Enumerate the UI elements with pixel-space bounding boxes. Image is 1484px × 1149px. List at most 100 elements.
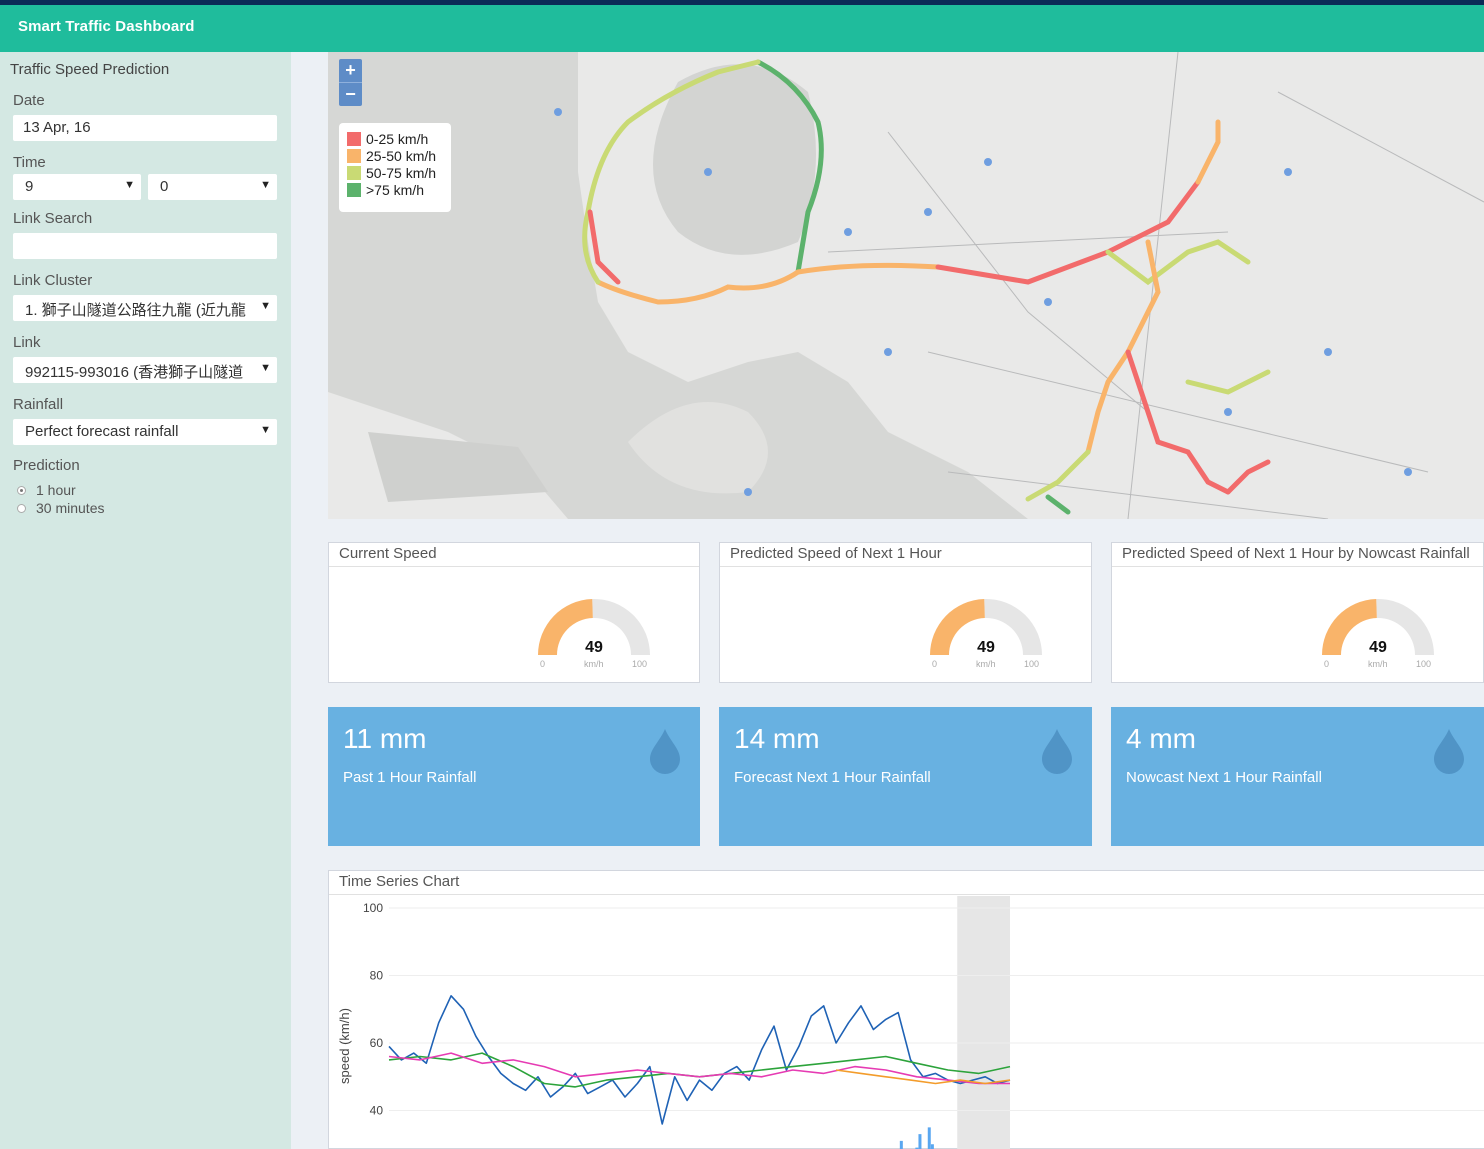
- link-value: 992115-993016 (香港獅子山隧道: [25, 364, 244, 381]
- radio-selected-icon: [17, 485, 26, 495]
- gauge-unit: km/h: [976, 659, 996, 669]
- minute-select[interactable]: 0 ▼: [148, 174, 277, 200]
- gauge-max: 100: [632, 659, 648, 669]
- y-tick-label: 60: [370, 1036, 384, 1050]
- y-tick-label: 100: [363, 901, 383, 915]
- chevron-down-icon: ▼: [260, 362, 271, 374]
- highlight-band: [957, 896, 1010, 1149]
- rainfall-bar: [899, 1140, 903, 1149]
- zoom-in-button[interactable]: +: [339, 59, 362, 82]
- app-header: Smart Traffic Dashboard: [0, 5, 1484, 52]
- rainfall-value: 4 mm: [1126, 723, 1196, 754]
- rainfall-label: Past 1 Hour Rainfall: [343, 769, 477, 786]
- rainfall-value: 14 mm: [734, 723, 820, 754]
- forecast-rainfall-box: 14 mm Forecast Next 1 Hour Rainfall: [719, 707, 1092, 846]
- past-rainfall-box: 11 mm Past 1 Hour Rainfall: [328, 707, 700, 846]
- gauge-value: 49: [585, 639, 603, 656]
- gauge-min: 0: [1324, 659, 1330, 669]
- gauge-unit: km/h: [584, 659, 604, 669]
- rainfall-label: Nowcast Next 1 Hour Rainfall: [1126, 769, 1322, 786]
- chevron-down-icon: ▼: [260, 424, 271, 436]
- gauge-unit: km/h: [1368, 659, 1388, 669]
- sidebar-title: Traffic Speed Prediction: [10, 61, 170, 78]
- legend-swatch: [347, 165, 361, 180]
- legend-label: 0-25 km/h: [366, 130, 429, 147]
- speed-gauge: 49 0 km/h 100: [929, 597, 1043, 673]
- series-line: [388, 1052, 1011, 1088]
- rainfall-select[interactable]: Perfect forecast rainfall ▼: [13, 419, 277, 445]
- link-search-label: Link Search: [13, 210, 93, 227]
- legend-label: 50-75 km/h: [366, 164, 437, 181]
- legend-swatch: [347, 131, 361, 146]
- rainfall-bar: [918, 1134, 922, 1149]
- y-tick-label: 40: [370, 1104, 384, 1118]
- rainfall-value: 11 mm: [343, 723, 427, 754]
- legend-label: 25-50 km/h: [366, 147, 437, 164]
- rainfall-bar: [927, 1127, 931, 1149]
- legend-swatch: [347, 148, 361, 163]
- gauge-min: 0: [540, 659, 546, 669]
- current-speed-box: Current Speed 49 0 km/h 100: [328, 542, 700, 683]
- link-label: Link: [13, 334, 41, 351]
- gauge-value: 49: [977, 639, 995, 656]
- y-tick-label: 80: [370, 969, 384, 983]
- rainfall-bar: [930, 1144, 934, 1149]
- speed-gauge: 49 0 km/h 100: [1321, 597, 1435, 673]
- box-title: Current Speed: [329, 543, 699, 567]
- radio-label: 1 hour: [36, 482, 76, 498]
- gauge-min: 0: [932, 659, 938, 669]
- legend-item: 50-75 km/h: [347, 164, 443, 181]
- speed-gauge: 49 0 km/h 100: [537, 597, 651, 673]
- rainfall-value: Perfect forecast rainfall: [25, 423, 179, 440]
- box-title: Predicted Speed of Next 1 Hour by Nowcas…: [1112, 543, 1483, 567]
- chevron-down-icon: ▼: [260, 179, 271, 191]
- rainfall-label: Forecast Next 1 Hour Rainfall: [734, 769, 931, 786]
- time-series-chart[interactable]: 40 60 80 100 speed (km/h): [329, 896, 1484, 1149]
- link-select[interactable]: 992115-993016 (香港獅子山隧道 ▼: [13, 357, 277, 383]
- sidebar: Traffic Speed Prediction Date 13 Apr, 16…: [0, 52, 291, 1149]
- predicted-speed-box: Predicted Speed of Next 1 Hour 49 0 km/h…: [719, 542, 1092, 683]
- link-cluster-select[interactable]: 1. 獅子山隧道公路往九龍 (近九龍 ▼: [13, 295, 277, 321]
- nowcast-rainfall-box: 4 mm Nowcast Next 1 Hour Rainfall: [1111, 707, 1484, 846]
- y-axis-label: speed (km/h): [337, 1008, 352, 1084]
- link-search-input[interactable]: [13, 233, 277, 259]
- link-cluster-label: Link Cluster: [13, 272, 93, 289]
- time-label: Time: [13, 154, 46, 171]
- chart-title: Time Series Chart: [329, 871, 1484, 895]
- speed-legend: 0-25 km/h 25-50 km/h 50-75 km/h >75 km/h: [339, 123, 451, 212]
- prediction-radio-30-minutes[interactable]: 30 minutes: [17, 500, 104, 516]
- legend-swatch: [347, 182, 361, 197]
- hour-select[interactable]: 9 ▼: [13, 174, 141, 200]
- gauge-value: 49: [1369, 639, 1387, 656]
- raindrop-icon: [1434, 729, 1464, 774]
- legend-item: >75 km/h: [347, 181, 443, 198]
- date-input[interactable]: 13 Apr, 16: [13, 115, 277, 141]
- chevron-down-icon: ▼: [124, 179, 135, 191]
- box-title: Predicted Speed of Next 1 Hour: [720, 543, 1091, 567]
- radio-unselected-icon: [17, 503, 26, 513]
- radio-label: 30 minutes: [36, 500, 105, 516]
- link-cluster-value: 1. 獅子山隧道公路往九龍 (近九龍: [25, 302, 246, 319]
- zoom-out-button[interactable]: −: [339, 82, 362, 105]
- raindrop-icon: [650, 729, 680, 774]
- traffic-map[interactable]: + − 0-25 km/h 25-50 km/h 50-75 km/h >75 …: [328, 52, 1484, 519]
- prediction-radio-1-hour[interactable]: 1 hour: [17, 482, 76, 498]
- map-canvas: [328, 52, 1484, 519]
- map-zoom-control: + −: [339, 59, 362, 106]
- legend-item: 0-25 km/h: [347, 130, 443, 147]
- nowcast-speed-box: Predicted Speed of Next 1 Hour by Nowcas…: [1111, 542, 1484, 683]
- raindrop-icon: [1042, 729, 1072, 774]
- chevron-down-icon: ▼: [260, 300, 271, 312]
- gauge-max: 100: [1024, 659, 1040, 669]
- legend-item: 25-50 km/h: [347, 147, 443, 164]
- time-series-box: Time Series Chart 40 60 80 100 speed (km/h): [328, 870, 1484, 1149]
- minute-value: 0: [160, 178, 169, 195]
- rainfall-label: Rainfall: [13, 396, 64, 413]
- series-line: [388, 995, 1011, 1125]
- legend-label: >75 km/h: [366, 181, 424, 198]
- date-label: Date: [13, 92, 45, 109]
- prediction-label: Prediction: [13, 457, 80, 474]
- gauge-max: 100: [1416, 659, 1432, 669]
- app-title: Smart Traffic Dashboard: [18, 18, 195, 35]
- hour-value: 9: [25, 178, 34, 195]
